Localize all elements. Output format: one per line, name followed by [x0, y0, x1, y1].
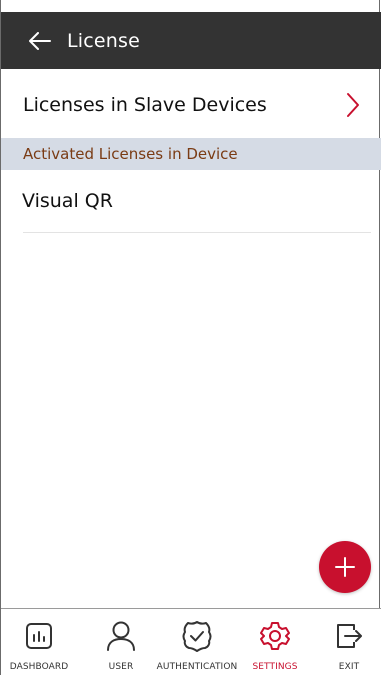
add-license-button[interactable]	[319, 541, 371, 593]
gear-icon	[260, 622, 290, 650]
bottom-navigation: DASHBOARD USER AUTHENTICATION SETTINGS E…	[1, 608, 381, 675]
dashboard-icon	[26, 623, 52, 649]
exit-icon	[337, 624, 362, 648]
app-bar: License	[1, 12, 381, 69]
licenses-in-slave-devices-row[interactable]: Licenses in Slave Devices	[1, 72, 381, 138]
slave-devices-label: Licenses in Slave Devices	[23, 94, 267, 116]
nav-label-user: USER	[108, 662, 134, 672]
nav-item-dashboard[interactable]: DASHBOARD	[6, 609, 72, 675]
plus-icon	[335, 557, 355, 577]
nav-item-user[interactable]: USER	[97, 609, 145, 675]
nav-item-exit[interactable]: EXIT	[325, 609, 373, 675]
nav-label-authentication: AUTHENTICATION	[156, 662, 238, 672]
license-name: Visual QR	[22, 190, 113, 212]
nav-item-settings[interactable]: SETTINGS	[247, 609, 303, 675]
back-button[interactable]	[25, 26, 55, 56]
section-header: Activated Licenses in Device	[1, 138, 381, 170]
nav-item-authentication[interactable]: AUTHENTICATION	[153, 609, 241, 675]
nav-label-exit: EXIT	[338, 662, 360, 672]
shield-check-icon	[182, 621, 212, 652]
chevron-right-icon	[347, 93, 359, 117]
section-title: Activated Licenses in Device	[23, 145, 238, 163]
license-list-item[interactable]: Visual QR	[1, 170, 381, 232]
list-divider	[23, 232, 371, 233]
nav-label-dashboard: DASHBOARD	[9, 662, 69, 672]
phone-frame: License Licenses in Slave Devices Activa…	[0, 0, 381, 675]
arrow-left-icon	[29, 31, 51, 50]
page-title: License	[67, 29, 141, 52]
user-icon	[107, 621, 135, 651]
nav-label-settings: SETTINGS	[252, 662, 298, 672]
